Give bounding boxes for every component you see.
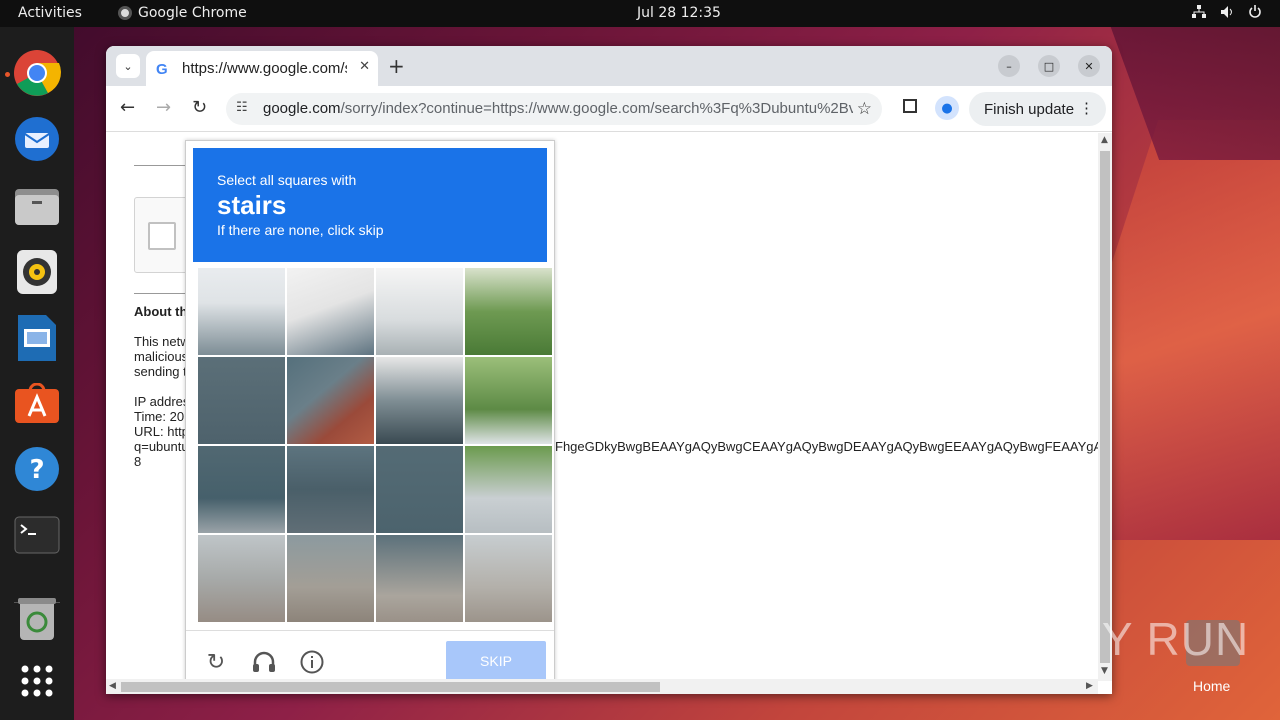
captcha-tile[interactable]	[287, 535, 374, 622]
captcha-tile[interactable]	[376, 268, 463, 355]
maximize-icon[interactable]: □	[1038, 55, 1060, 77]
browser-toolbar: ← → ↻ ☷ google.com/sorry/index?continue=…	[106, 86, 1112, 132]
page-content: About th This netw malicious sending t I…	[106, 133, 1098, 688]
anyrun-watermark: ANY RUN	[1036, 613, 1250, 665]
captcha-tile[interactable]	[465, 357, 552, 444]
show-apps-icon[interactable]	[13, 657, 61, 705]
thunderbird-icon[interactable]	[13, 115, 61, 163]
google-favicon-icon: G	[156, 60, 168, 78]
about-paragraph: This netw malicious sending t	[134, 334, 190, 379]
tab-search-chevron-icon[interactable]: ⌄	[116, 54, 140, 78]
captcha-tile[interactable]	[465, 535, 552, 622]
tab-close-icon[interactable]: ✕	[359, 59, 370, 74]
address-bar[interactable]: ☷ google.com/sorry/index?continue=https:…	[226, 93, 882, 125]
tab-strip: ⌄ G https://www.google.com/sorry/index?c…	[106, 46, 1112, 86]
back-arrow-icon[interactable]: ←	[120, 97, 135, 118]
about-heading: About th	[134, 304, 188, 319]
terminal-icon[interactable]	[13, 511, 61, 559]
home-folder-label[interactable]: Home	[1193, 678, 1230, 694]
app-name: Google Chrome	[138, 5, 247, 21]
more-menu-icon[interactable]: ⋮	[1079, 99, 1094, 117]
scroll-down-arrow-icon[interactable]: ▼	[1101, 666, 1108, 676]
request-details: IP addres Time: 20 URL: http q=ubuntu 8	[134, 394, 190, 469]
vertical-scrollbar[interactable]: ▲ ▼	[1098, 133, 1112, 681]
captcha-image-grid	[198, 268, 552, 622]
finish-update-button[interactable]: Finish update ⋮	[969, 92, 1106, 126]
reload-challenge-icon[interactable]: ↻	[203, 649, 229, 675]
finish-update-label: Finish update	[984, 100, 1075, 118]
active-tab[interactable]: G https://www.google.com/sorry/index?con…	[146, 51, 378, 86]
captcha-tile[interactable]	[465, 268, 552, 355]
clock[interactable]: Jul 28 12:35	[637, 5, 721, 21]
app-menu[interactable]: Google Chrome	[118, 5, 247, 21]
help-icon[interactable]: ?	[13, 445, 61, 493]
volume-icon	[1220, 5, 1234, 23]
url-text[interactable]: google.com/sorry/index?continue=https://…	[263, 100, 853, 117]
svg-text:?: ?	[29, 455, 44, 485]
top-bar: Activities Google Chrome Jul 28 12:35	[0, 0, 1280, 27]
site-info-tune-icon[interactable]: ☷	[236, 100, 248, 115]
chrome-small-icon	[118, 6, 132, 20]
captcha-tile[interactable]	[287, 268, 374, 355]
scroll-up-arrow-icon[interactable]: ▲	[1101, 135, 1108, 145]
captcha-header: Select all squares with stairs If there …	[193, 148, 547, 262]
recaptcha-checkbox[interactable]	[148, 222, 176, 250]
captcha-instruction: Select all squares with	[217, 172, 357, 188]
captcha-tile[interactable]	[198, 446, 285, 533]
horizontal-scrollbar[interactable]: ◀ ▶	[106, 679, 1098, 694]
activities-button[interactable]: Activities	[18, 5, 82, 21]
libreoffice-impress-icon[interactable]	[13, 314, 61, 362]
info-icon[interactable]	[299, 649, 325, 675]
minimize-icon[interactable]: –	[998, 55, 1020, 77]
power-icon	[1248, 5, 1262, 23]
new-tab-plus-icon[interactable]: +	[388, 54, 405, 78]
chrome-window: ⌄ G https://www.google.com/sorry/index?c…	[106, 46, 1112, 694]
dock: ?	[0, 27, 74, 720]
captcha-tile[interactable]	[287, 446, 374, 533]
app-center-icon[interactable]	[13, 379, 61, 427]
captcha-tile[interactable]	[465, 446, 552, 533]
reload-icon[interactable]: ↻	[192, 97, 207, 118]
vertical-scroll-thumb[interactable]	[1100, 151, 1110, 663]
scroll-right-arrow-icon[interactable]: ▶	[1086, 681, 1093, 691]
trash-icon[interactable]	[13, 595, 61, 643]
url-path: /sorry/index?continue=https://www.google…	[340, 100, 853, 117]
captcha-tile[interactable]	[198, 357, 285, 444]
url-continuation-text: FhgeGDkyBwgBEAAYgAQyBwgCEAAYgAQyBwgDEAAY…	[555, 439, 1098, 454]
scroll-left-arrow-icon[interactable]: ◀	[109, 681, 116, 691]
tab-title: https://www.google.com/sorry/index?conti…	[182, 60, 347, 77]
files-icon[interactable]	[13, 182, 61, 230]
captcha-tile[interactable]	[287, 357, 374, 444]
forward-arrow-icon[interactable]: →	[156, 97, 171, 118]
side-panel-icon[interactable]	[903, 99, 917, 113]
profile-avatar-icon[interactable]: ●	[935, 96, 959, 120]
close-window-icon[interactable]: ✕	[1078, 55, 1100, 77]
system-tray[interactable]	[1192, 5, 1262, 23]
network-icon	[1192, 5, 1206, 23]
captcha-target: stairs	[217, 190, 287, 220]
captcha-hint: If there are none, click skip	[217, 222, 384, 238]
chrome-icon[interactable]	[13, 49, 61, 97]
captcha-tile[interactable]	[376, 357, 463, 444]
horizontal-scroll-thumb[interactable]	[121, 682, 660, 692]
skip-button[interactable]: SKIP	[446, 641, 546, 681]
captcha-challenge: Select all squares with stairs If there …	[185, 140, 555, 688]
audio-challenge-headphones-icon[interactable]	[251, 649, 277, 675]
captcha-tile[interactable]	[198, 535, 285, 622]
rhythmbox-icon[interactable]	[13, 248, 61, 296]
url-host: google.com	[263, 100, 341, 117]
captcha-tile[interactable]	[376, 535, 463, 622]
captcha-tile[interactable]	[376, 446, 463, 533]
running-indicator	[5, 72, 10, 77]
captcha-tile[interactable]	[198, 268, 285, 355]
bookmark-star-icon[interactable]: ☆	[857, 99, 872, 119]
